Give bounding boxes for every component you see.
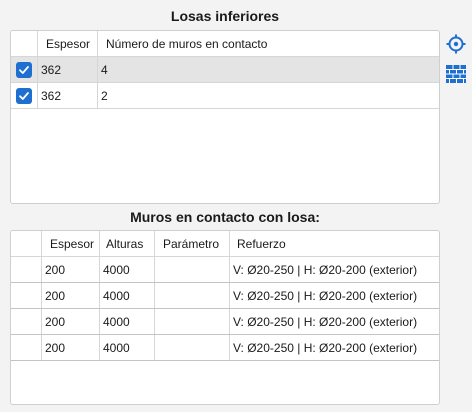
brick-wall-icon[interactable] [446,64,466,84]
grid-header: Espesor Alturas Parámetro Refuerzo [11,231,439,257]
header-espesor[interactable]: Espesor [38,31,98,56]
cell-espesor[interactable]: 362 [38,57,98,82]
cell-espesor[interactable]: 362 [38,83,98,108]
cell-alturas[interactable]: 4000 [100,257,155,282]
cell-alturas[interactable]: 4000 [100,309,155,334]
row-selector[interactable] [11,335,42,360]
table-row[interactable]: 200 4000 V: Ø20-250 | H: Ø20-200 (exteri… [11,257,439,283]
cell-refuerzo[interactable]: V: Ø20-250 | H: Ø20-200 (exterior) [230,257,439,282]
cell-numero-muros[interactable]: 2 [98,83,439,108]
muros-en-contacto-grid[interactable]: Espesor Alturas Parámetro Refuerzo 200 4… [10,230,440,405]
table-row[interactable]: 362 2 [11,83,439,109]
cell-alturas[interactable]: 4000 [100,335,155,360]
row-selector[interactable] [11,257,42,282]
cell-parametro[interactable] [155,309,230,334]
grid-header: Espesor Número de muros en contacto [11,31,439,57]
header-refuerzo[interactable]: Refuerzo [230,231,439,256]
header-parametro[interactable]: Parámetro [155,231,230,256]
crosshair-icon[interactable] [446,34,466,54]
cell-espesor[interactable]: 200 [42,309,100,334]
checkbox-checked-icon[interactable] [16,61,32,78]
row-checkbox-cell[interactable] [11,83,38,108]
cell-parametro[interactable] [155,283,230,308]
cell-refuerzo[interactable]: V: Ø20-250 | H: Ø20-200 (exterior) [230,335,439,360]
cell-parametro[interactable] [155,257,230,282]
losas-inferiores-grid[interactable]: Espesor Número de muros en contacto 362 … [10,30,440,204]
row-selector[interactable] [11,283,42,308]
row-checkbox-cell[interactable] [11,57,38,82]
muros-en-contacto-title: Muros en contacto con losa: [130,209,320,225]
cell-parametro[interactable] [155,335,230,360]
table-row[interactable]: 200 4000 V: Ø20-250 | H: Ø20-200 (exteri… [11,335,439,361]
table-row[interactable]: 362 4 [11,57,439,83]
table-row[interactable]: 200 4000 V: Ø20-250 | H: Ø20-200 (exteri… [11,309,439,335]
row-selector[interactable] [11,309,42,334]
header-alturas[interactable]: Alturas [100,231,155,256]
cell-numero-muros[interactable]: 4 [98,57,439,82]
header-row-selector [11,231,42,256]
cell-espesor[interactable]: 200 [42,335,100,360]
losas-inferiores-title: Losas inferiores [170,8,280,24]
checkbox-checked-icon[interactable] [16,87,32,104]
cell-espesor[interactable]: 200 [42,283,100,308]
header-check-column [11,31,38,56]
cell-espesor[interactable]: 200 [42,257,100,282]
table-row[interactable]: 200 4000 V: Ø20-250 | H: Ø20-200 (exteri… [11,283,439,309]
header-numero-muros[interactable]: Número de muros en contacto [98,31,439,56]
header-espesor[interactable]: Espesor [42,231,100,256]
cell-refuerzo[interactable]: V: Ø20-250 | H: Ø20-200 (exterior) [230,309,439,334]
cell-refuerzo[interactable]: V: Ø20-250 | H: Ø20-200 (exterior) [230,283,439,308]
cell-alturas[interactable]: 4000 [100,283,155,308]
